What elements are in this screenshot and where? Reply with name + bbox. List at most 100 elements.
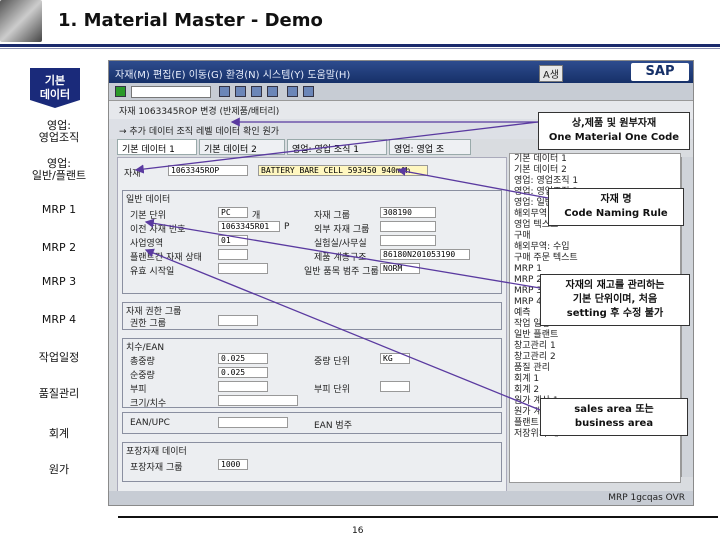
mat-group-field[interactable]: 308190 — [380, 207, 436, 218]
list-item[interactable]: 구매 주문 텍스트 — [510, 253, 680, 264]
gen-item-cat-label: 일반 품목 범주 그룹 — [304, 267, 379, 277]
nav-item-basic-data[interactable]: 기본 데이터 — [30, 68, 80, 108]
wt-unit-field[interactable]: KG — [380, 353, 410, 364]
cancel-icon[interactable] — [267, 86, 278, 97]
valid-from-label: 유효 시작일 — [130, 267, 175, 277]
list-item[interactable]: 회계 1 — [510, 374, 680, 385]
footer-rule — [118, 516, 718, 518]
prod-hier-field[interactable]: 86180N201053190 — [380, 249, 470, 260]
callout-base-unit: 자재의 재고를 관리하는 기본 단위이며, 처음 setting 후 수정 불가 — [540, 274, 690, 326]
gross-wt-field[interactable]: 0.025 — [218, 353, 268, 364]
list-item[interactable]: 창고관리 1 — [510, 341, 680, 352]
session-label: A생 — [539, 65, 564, 82]
volume-label: 부피 — [130, 385, 147, 395]
material-description-field[interactable]: BATTERY BARE CELL 593450 940mAh — [258, 165, 428, 176]
print-icon[interactable] — [287, 86, 298, 97]
list-item[interactable]: 해외무역: 수입 — [510, 242, 680, 253]
nav-item-accounting[interactable]: 회계 — [24, 428, 94, 440]
auth-group-label: 권한 그룹 — [130, 319, 166, 329]
division-field[interactable]: 01 — [218, 235, 248, 246]
vol-unit-label: 부피 단위 — [314, 385, 350, 395]
gen-item-cat-field[interactable]: NORM — [380, 263, 420, 274]
nav-item-sales-org[interactable]: 영업: 영업조직 — [24, 120, 94, 144]
auth-group-field[interactable] — [218, 315, 258, 326]
nav-item-mrp1[interactable]: MRP 1 — [24, 204, 94, 216]
save-icon[interactable] — [219, 86, 230, 97]
ext-mat-group-label: 외부 자재 그룹 — [314, 225, 370, 235]
find-icon[interactable] — [303, 86, 314, 97]
old-material-label: 이전 자재 번호 — [130, 225, 186, 235]
dims-ean-title: 치수/EAN — [126, 343, 165, 353]
wt-unit-label: 중량 단위 — [314, 357, 350, 367]
base-uom-field[interactable]: PC — [218, 207, 248, 218]
callout-naming-rule: 자재 명 Code Naming Rule — [548, 188, 684, 226]
nav-item-sales-general[interactable]: 영업: 일반/플랜트 — [24, 158, 94, 182]
nav-item-work-scheduling[interactable]: 작업일정 — [24, 352, 94, 364]
ean-label: EAN/UPC — [130, 418, 170, 428]
ext-mat-group-field[interactable] — [380, 221, 436, 232]
net-wt-label: 순중량 — [130, 371, 155, 381]
sap-standard-toolbar — [109, 83, 693, 101]
division-label: 사업영역 — [130, 239, 164, 249]
x-plant-status-field[interactable] — [218, 249, 248, 260]
gross-wt-label: 총중량 — [130, 357, 155, 367]
material-number-field[interactable]: 1063345ROP — [168, 165, 248, 176]
old-material-extra: P — [284, 222, 290, 232]
base-uom-label: 기본 단위 — [130, 211, 166, 221]
mat-group-label: 자재 그룹 — [314, 211, 350, 221]
dims-ean-group — [122, 338, 502, 408]
volume-field[interactable] — [218, 381, 268, 392]
list-item[interactable]: 영업: 영업조직 1 — [510, 176, 680, 187]
pack-group-label: 포장자재 그룹 — [130, 463, 183, 473]
list-item[interactable]: 기본 데이터 2 — [510, 165, 680, 176]
prod-hier-label: 제품 계층구조 — [314, 253, 367, 263]
enter-icon[interactable] — [115, 86, 126, 97]
callout-sales-area: sales area 또는 business area — [540, 398, 688, 436]
title-rule — [0, 44, 720, 47]
status-bar: MRP 1gcqas OVR — [109, 491, 693, 505]
tab-sales-org-1[interactable]: 영업: 영업 조직 1 — [287, 139, 387, 155]
slide-title: 1. Material Master - Demo — [58, 10, 323, 31]
page-number: 16 — [352, 526, 364, 536]
command-field[interactable] — [131, 86, 211, 98]
lab-field[interactable] — [380, 235, 436, 246]
packaging-title: 포장자재 데이터 — [126, 447, 187, 457]
menubar-text[interactable]: 자재(M) 편집(E) 이동(G) 환경(N) 시스템(Y) 도움말(H) — [115, 70, 350, 81]
ean-group — [122, 412, 502, 434]
nav-item-mrp2[interactable]: MRP 2 — [24, 242, 94, 254]
list-item[interactable]: 기본 데이터 1 — [510, 154, 680, 165]
corner-logo — [0, 0, 42, 42]
base-uom-text: 개 — [252, 211, 261, 221]
tab-basic-data-2[interactable]: 기본 데이터 2 — [199, 139, 285, 155]
callout-material-code: 상,제품 및 원부자재 One Material One Code — [538, 112, 690, 150]
size-field[interactable] — [218, 395, 298, 406]
exit-icon[interactable] — [251, 86, 262, 97]
back-icon[interactable] — [235, 86, 246, 97]
material-label: 자재 — [124, 169, 141, 179]
nav-item-mrp3[interactable]: MRP 3 — [24, 276, 94, 288]
pack-group-field[interactable]: 1000 — [218, 459, 248, 470]
general-data-group — [122, 190, 502, 294]
list-item[interactable]: 회계 2 — [510, 385, 680, 396]
net-wt-field[interactable]: 0.025 — [218, 367, 268, 378]
nav-item-costing[interactable]: 원가 — [24, 464, 94, 476]
vol-unit-field[interactable] — [380, 381, 410, 392]
tab-basic-data-1[interactable]: 기본 데이터 1 — [117, 139, 197, 155]
list-item[interactable]: 품질 관리 — [510, 363, 680, 374]
general-data-title: 일반 데이터 — [126, 195, 171, 205]
nav-item-quality[interactable]: 품질관리 — [24, 388, 94, 400]
list-item[interactable]: 창고관리 2 — [510, 352, 680, 363]
list-item[interactable]: 일반 플랜트 — [510, 330, 680, 341]
title-rule-thin — [0, 48, 720, 49]
size-label: 크기/치수 — [130, 399, 167, 409]
nav-item-mrp4[interactable]: MRP 4 — [24, 314, 94, 326]
lab-label: 실험실/사무실 — [314, 239, 367, 249]
ean-cat-label: EAN 범주 — [314, 421, 352, 431]
list-item[interactable]: 구매 — [510, 231, 680, 242]
sap-logo: SAP — [631, 63, 689, 81]
ean-field[interactable] — [218, 417, 288, 428]
valid-from-field[interactable] — [218, 263, 268, 274]
tab-sales-org-2[interactable]: 영업: 영업 조 — [389, 139, 471, 155]
old-material-field[interactable]: 1063345R01 — [218, 221, 280, 232]
sap-menubar[interactable]: 자재(M) 편집(E) 이동(G) 환경(N) 시스템(Y) 도움말(H) A생… — [109, 61, 693, 83]
